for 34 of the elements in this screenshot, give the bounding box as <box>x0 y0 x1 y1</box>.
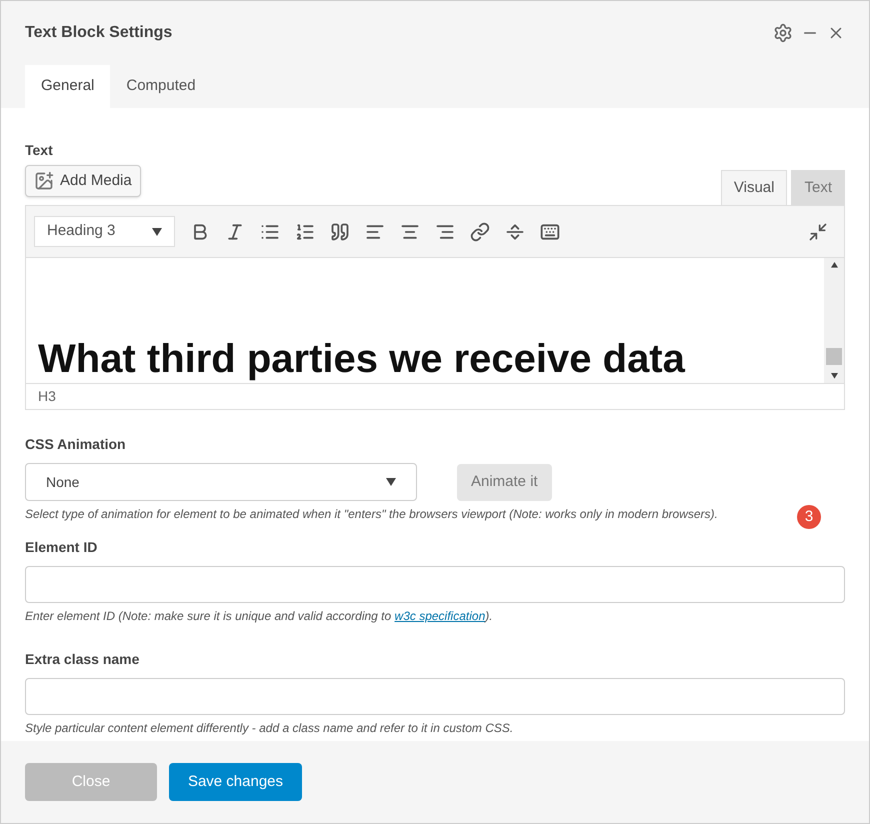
scroll-down-icon[interactable] <box>830 373 838 379</box>
tab[interactable]: General <box>25 65 110 108</box>
field-label: Element ID <box>25 538 98 557</box>
tab[interactable]: Computed <box>110 65 212 108</box>
count-badge: 3 <box>797 505 821 529</box>
help-text: Enter element ID (Note: make sure it is unique and valid according to w3c specification). <box>25 608 494 625</box>
animation-select[interactable]: None <box>25 463 417 501</box>
fullscreen-icon[interactable] <box>808 222 828 242</box>
scroll-up-icon[interactable] <box>830 262 838 268</box>
element-path: H3 <box>38 387 56 406</box>
field-label: Text <box>25 140 54 160</box>
add-media-button[interactable]: Add Media <box>25 164 141 197</box>
caret-icon[interactable] <box>152 228 162 236</box>
field-label: Extra class name <box>25 650 140 669</box>
quote-icon[interactable] <box>330 222 350 242</box>
help-text: Select type of animation for element to be animated when it "enters" the browsers viewport (Note: works only in modern browsers). <box>25 506 718 523</box>
specification-link[interactable]: w3c specification <box>394 609 486 623</box>
editor-tab[interactable]: Visual <box>720 170 788 205</box>
scroll-thumb[interactable] <box>826 348 842 366</box>
window-title: Text Block Settings <box>25 23 172 43</box>
numbered-list-icon[interactable] <box>295 222 315 242</box>
field-label: CSS Animation <box>25 435 127 454</box>
media-icon <box>34 170 54 191</box>
settings-icon[interactable] <box>773 23 793 43</box>
caret-icon[interactable] <box>386 478 396 486</box>
animate-button[interactable]: Animate it <box>457 464 552 500</box>
scrollbar[interactable] <box>824 258 844 383</box>
help-text: Style particular content element differently - add a class name and refer to it in custom CSS. <box>25 720 514 737</box>
class-name-field[interactable] <box>25 678 845 715</box>
element-id-field[interactable] <box>25 566 845 603</box>
link-icon[interactable] <box>470 222 490 242</box>
editor-content[interactable]: What third parties we receive data <box>26 258 824 383</box>
save-button[interactable]: Save changes <box>169 763 302 801</box>
format-select[interactable]: Heading 3 <box>34 216 175 247</box>
